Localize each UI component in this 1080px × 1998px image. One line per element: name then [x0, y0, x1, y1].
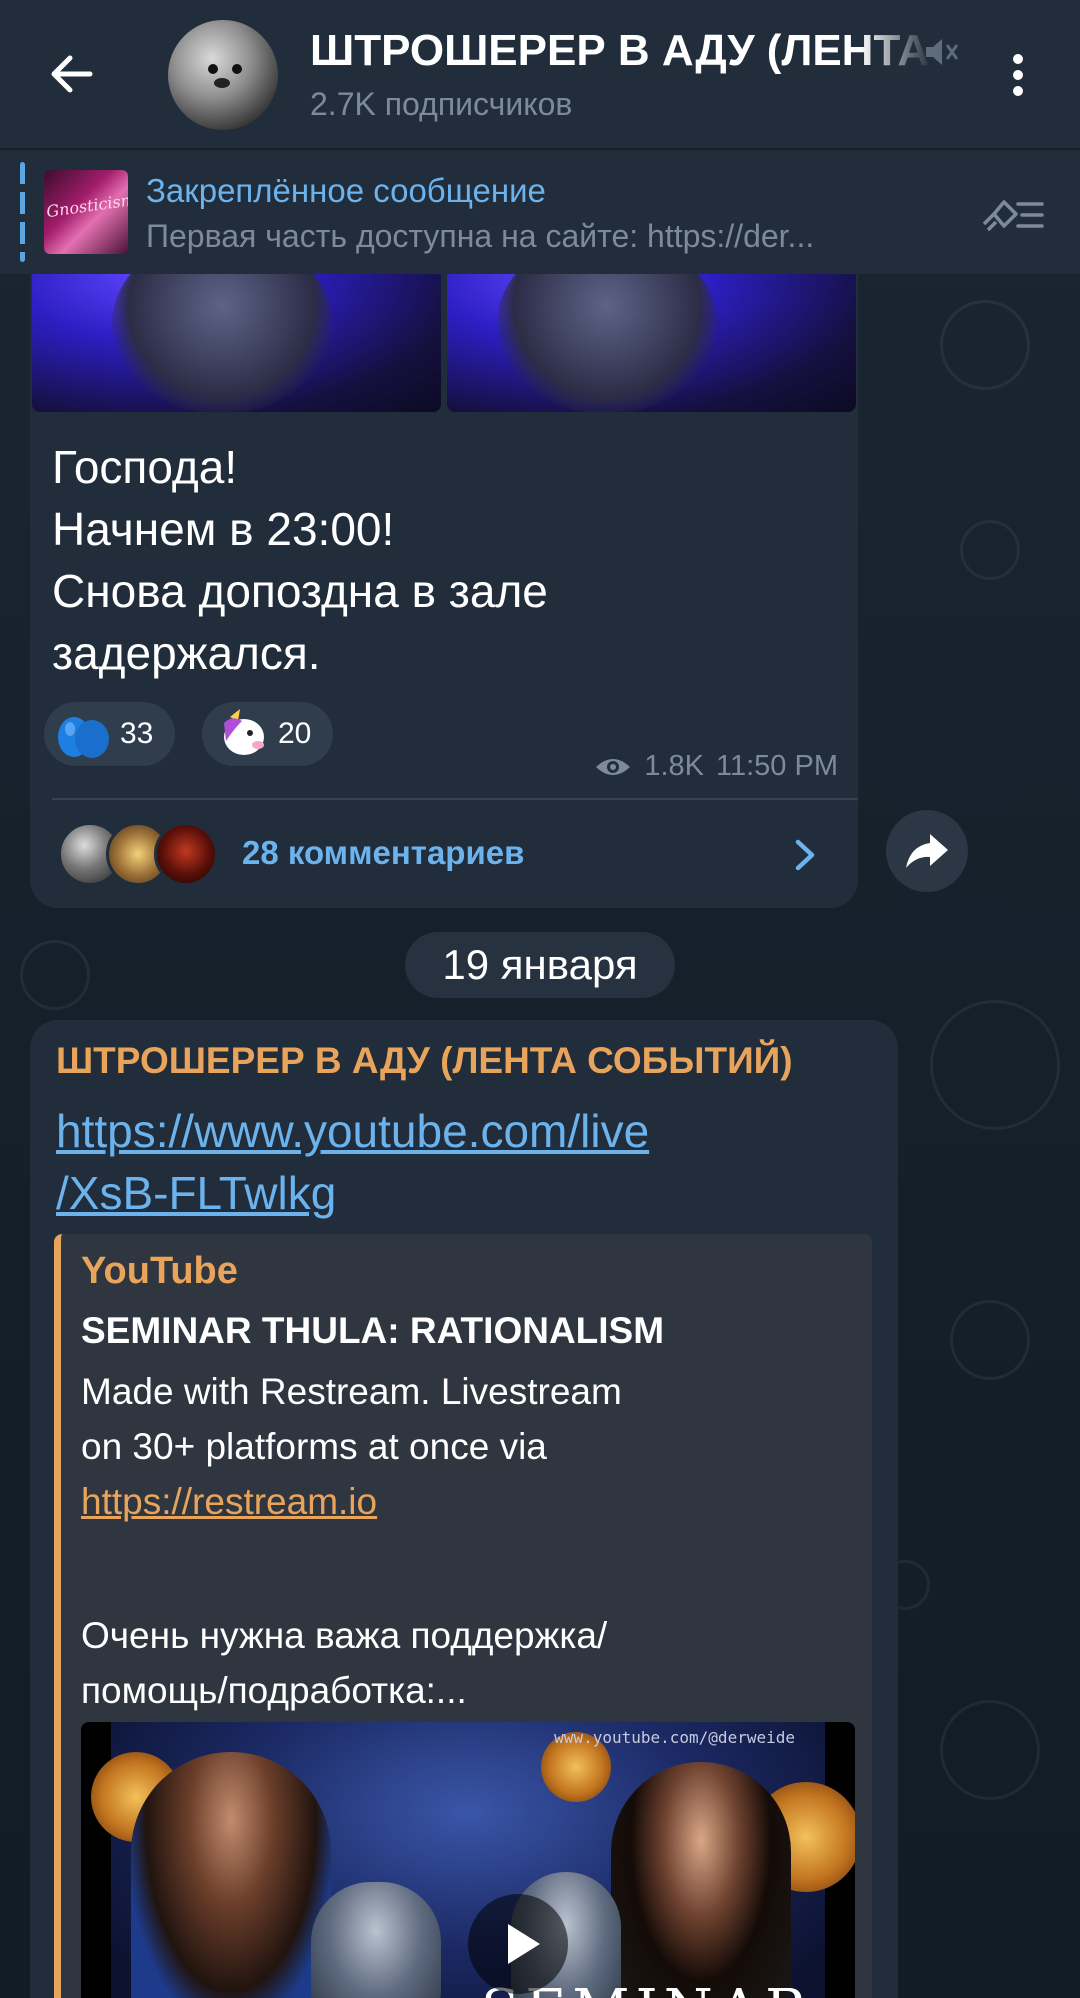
link-preview[interactable]: YouTube SEMINAR THULA: RATIONALISM Made … [54, 1234, 872, 1998]
message-link[interactable]: https://www.youtube.com/live /XsB-FLTwlk… [56, 1100, 836, 1224]
preview-site-name: YouTube [81, 1250, 238, 1292]
comments-link[interactable]: 28 комментариев [242, 834, 524, 872]
message-author[interactable]: ШТРОШЕРЕР В АДУ (ЛЕНТА СОБЫТИЙ) [56, 1040, 793, 1082]
arrow-left-icon [51, 55, 93, 93]
pinned-text: Первая часть доступна на сайте: https://… [146, 218, 815, 254]
share-button[interactable] [886, 810, 968, 892]
share-arrow-icon [906, 834, 948, 868]
vertical-dots-icon [1013, 54, 1023, 64]
reaction-chip[interactable]: 20 [202, 702, 334, 766]
pinned-title: Закреплённое сообщение [146, 172, 546, 209]
message-text: Господа! Начнем в 23:00! Снова допоздна … [52, 441, 548, 679]
date-separator: 19 января [405, 932, 675, 998]
preview-title: SEMINAR THULA: RATIONALISM [81, 1310, 665, 1351]
preview-description-2: Очень нужна важа поддержка/ помощь/подра… [81, 1615, 608, 1711]
channel-avatar[interactable] [168, 20, 278, 130]
pinned-thumbnail: Gnosticism [44, 170, 128, 254]
commenter-avatars[interactable] [58, 822, 218, 886]
reaction-count: 20 [278, 717, 312, 750]
play-button[interactable] [468, 1894, 568, 1994]
media-album[interactable] [32, 274, 856, 412]
channel-title[interactable]: ШТРОШЕРЕР В АДУ (ЛЕНТА СОБЫТИЙ) [310, 26, 950, 76]
preview-description: Made with Restream. Livestream on 30+ pl… [81, 1364, 821, 1529]
divider [52, 798, 858, 800]
unicorn-emoji-icon [212, 707, 272, 761]
chat-header: ШТРОШЕРЕР В АДУ (ЛЕНТА СОБЫТИЙ) 2.7K под… [0, 0, 1080, 148]
views-eye-icon [596, 758, 631, 775]
media-photo[interactable] [32, 274, 441, 412]
message-time: 11:50 PM [716, 750, 838, 782]
otter-figure [311, 1882, 441, 1998]
preview-url-link[interactable]: https://restream.io [81, 1474, 821, 1529]
media-photo[interactable] [447, 274, 856, 412]
reaction-count: 33 [120, 717, 154, 750]
video-thumbnail[interactable]: www.youtube.com/@derweide SEMINAR [81, 1722, 855, 1998]
thumbnail-watermark: www.youtube.com/@derweide [554, 1728, 795, 1747]
more-options-button[interactable] [1000, 50, 1036, 100]
reaction-chip[interactable]: 33 [44, 702, 176, 766]
muted-speaker-icon [920, 32, 960, 72]
avatar [154, 822, 218, 886]
view-count: 1.8K [644, 750, 705, 782]
subscriber-count: 2.7K подписчиков [310, 86, 573, 122]
pinned-list-icon[interactable] [978, 190, 1048, 240]
pinned-indicator [20, 162, 25, 262]
play-icon [508, 1924, 540, 1964]
blue-balloons-emoji-icon [54, 707, 114, 761]
portrait-figure [611, 1762, 791, 1998]
message-bubble[interactable]: ШТРОШЕРЕР В АДУ (ЛЕНТА СОБЫТИЙ) https://… [30, 1020, 898, 1998]
portrait-figure [131, 1752, 331, 1998]
message-meta: 1.8K 11:50 PM [594, 750, 838, 783]
message-bubble[interactable]: Господа! Начнем в 23:00! Снова допоздна … [30, 274, 858, 908]
back-button[interactable] [44, 46, 100, 102]
chevron-right-icon[interactable] [790, 832, 820, 878]
pinned-message-bar[interactable]: Gnosticism Закреплённое сообщение Первая… [0, 148, 1080, 274]
